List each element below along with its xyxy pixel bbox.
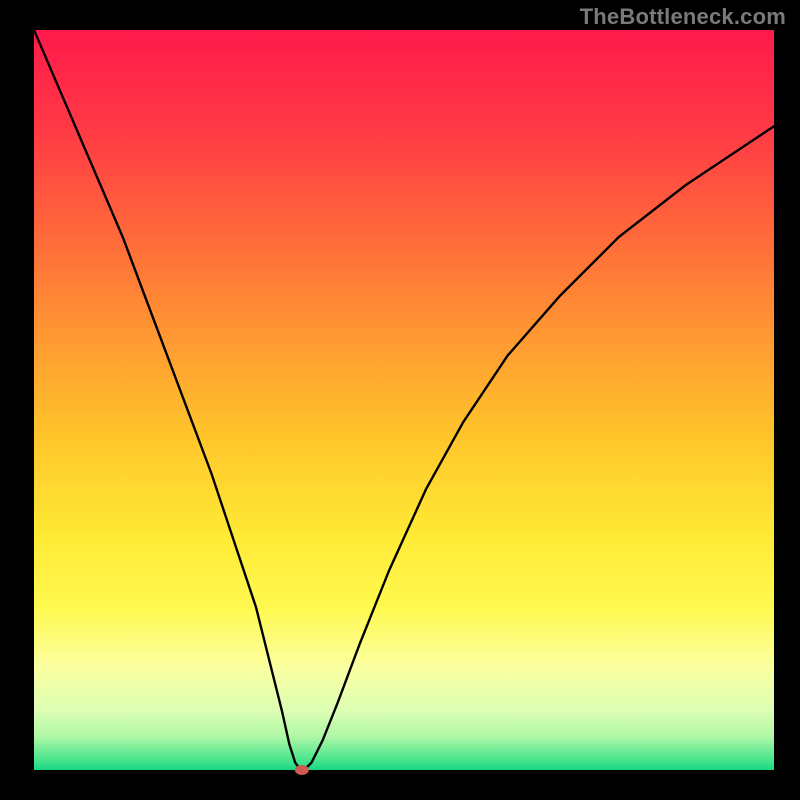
optimum-marker [295, 765, 309, 775]
plot-background [34, 30, 774, 770]
watermark-text: TheBottleneck.com [580, 4, 786, 30]
chart-frame: { "watermark": "TheBottleneck.com", "cha… [0, 0, 800, 800]
bottleneck-chart [0, 0, 800, 800]
